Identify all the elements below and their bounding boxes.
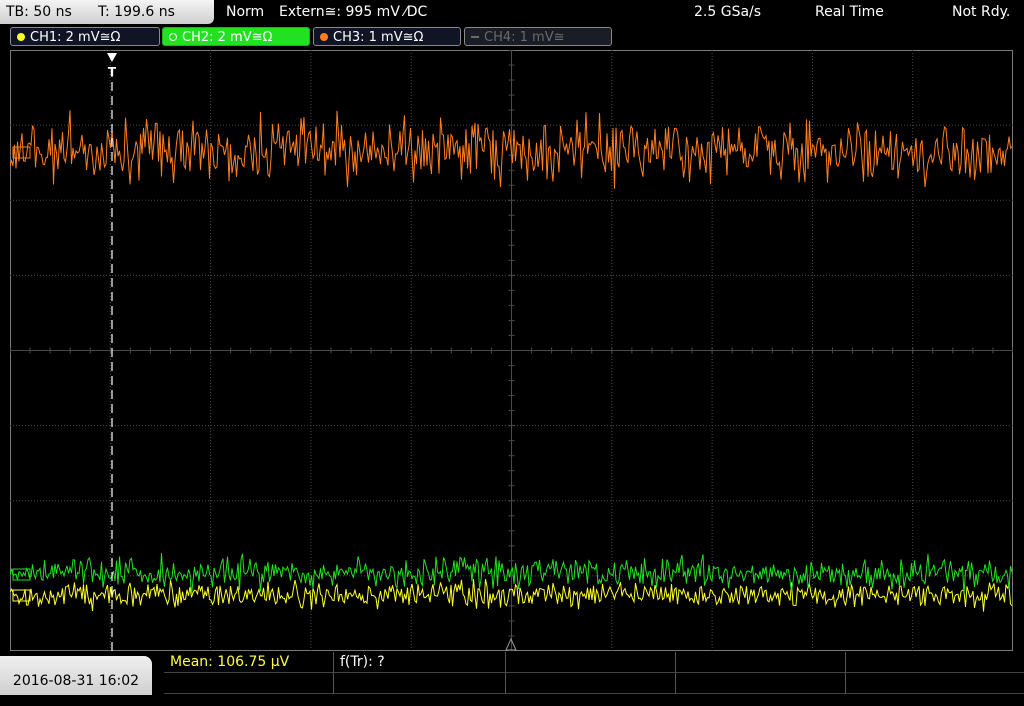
datetime-label: 2016-08-31 16:02 bbox=[12, 673, 140, 689]
channel-4-tab[interactable]: CH4: 1 mV≅ bbox=[464, 27, 612, 46]
channel-2-dot-icon bbox=[169, 33, 177, 41]
channel-1-tab[interactable]: CH1: 2 mV≅Ω bbox=[10, 27, 160, 46]
measurement-cell-6[interactable] bbox=[164, 673, 334, 694]
acquisition-mode-label[interactable]: Real Time bbox=[815, 0, 884, 24]
timebase-box[interactable]: TB: 50 ns T: 199.6 ns bbox=[0, 0, 214, 24]
channel-2-tab[interactable]: CH2: 2 mV≅Ω bbox=[162, 27, 310, 46]
channel-4-off-icon bbox=[471, 36, 479, 38]
timebase-label[interactable]: TB: 50 ns bbox=[6, 0, 72, 24]
ftr-measurement: f(Tr): ? bbox=[340, 654, 385, 670]
channel-1-dot-icon bbox=[17, 33, 25, 41]
measurement-cell-9[interactable] bbox=[676, 673, 846, 694]
waveform-display[interactable]: T bbox=[10, 50, 1013, 651]
trigger-mode-label[interactable]: Norm bbox=[226, 0, 264, 24]
measurement-panel[interactable]: Mean: 106.75 µV f(Tr): ? bbox=[164, 652, 1024, 695]
measurement-cell-10[interactable] bbox=[846, 673, 1024, 694]
channel-1-label: CH1: 2 mV≅Ω bbox=[30, 30, 121, 45]
measurement-cell-5[interactable] bbox=[846, 652, 1024, 673]
channel-3-label: CH3: 1 mV≅Ω bbox=[333, 30, 424, 45]
status-bar: TB: 50 ns T: 199.6 ns Norm Extern≅: 995 … bbox=[0, 0, 1024, 25]
trigger-marker-label: T bbox=[108, 65, 117, 79]
measurement-cell-7[interactable] bbox=[334, 673, 506, 694]
measurement-cell-8[interactable] bbox=[506, 673, 676, 694]
sample-rate-label[interactable]: 2.5 GSa/s bbox=[694, 0, 761, 24]
channel-3-dot-icon bbox=[320, 33, 328, 41]
datetime-box: 2016-08-31 16:02 bbox=[0, 656, 152, 695]
channel-4-label: CH4: 1 mV≅ bbox=[484, 30, 565, 45]
channel-3-tab[interactable]: CH3: 1 mV≅Ω bbox=[313, 27, 461, 46]
mean-measurement: Mean: 106.75 µV bbox=[170, 654, 290, 670]
trigger-source-label[interactable]: Extern≅: 995 mV ⁄DC bbox=[279, 0, 427, 24]
channel-2-label: CH2: 2 mV≅Ω bbox=[182, 30, 273, 45]
acquisition-status-label: Not Rdy. bbox=[952, 4, 1011, 20]
trigger-time-label[interactable]: T: 199.6 ns bbox=[98, 0, 175, 24]
waveform-canvas[interactable]: T bbox=[10, 50, 1013, 651]
measurement-cell-3[interactable] bbox=[506, 652, 676, 673]
measurement-cell-4[interactable] bbox=[676, 652, 846, 673]
